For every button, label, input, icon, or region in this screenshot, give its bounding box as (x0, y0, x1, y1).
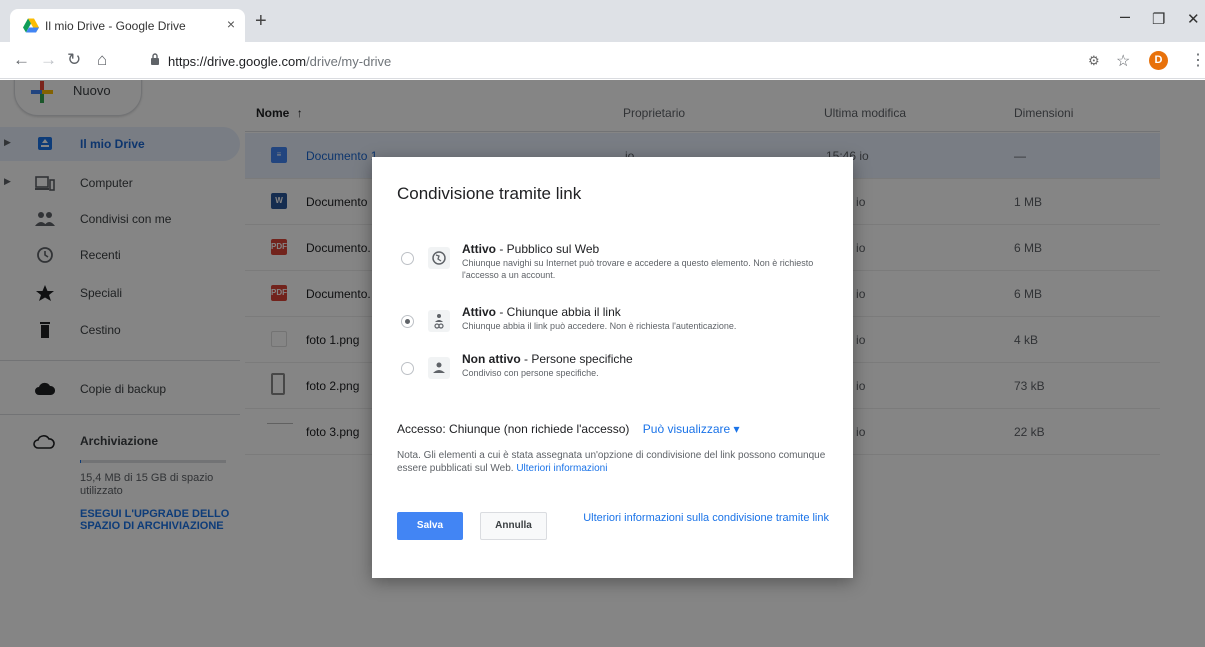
new-tab-button[interactable]: + (255, 11, 267, 31)
option-status: Attivo (462, 305, 496, 319)
option-label: - Chiunque abbia il link (496, 305, 621, 319)
permission-dropdown[interactable]: Può visualizzare ▾ (643, 422, 740, 436)
forward-icon[interactable]: → (40, 51, 57, 69)
option-title: Non attivo - Persone specifiche (462, 352, 633, 366)
access-value: Chiunque (non richiede l'accesso) (449, 422, 630, 436)
google-drive-icon (23, 18, 39, 33)
radio-specific-people[interactable] (401, 362, 414, 375)
more-info-link[interactable]: Ulteriori informazioni sulla condivision… (559, 511, 829, 525)
bookmark-star-icon[interactable]: ☆ (1116, 51, 1130, 71)
option-title: Attivo - Chiunque abbia il link (462, 305, 621, 319)
lock-icon (151, 53, 159, 65)
radio-public-web[interactable] (401, 252, 414, 265)
link-person-icon (428, 310, 450, 332)
radio-anyone-with-link[interactable] (401, 315, 414, 328)
learn-more-link[interactable]: Ulteriori informazioni (516, 463, 607, 474)
url-host: https://drive.google.com (168, 54, 307, 69)
browser-tab[interactable]: Il mio Drive - Google Drive × (10, 9, 245, 42)
profile-avatar[interactable]: D (1149, 51, 1168, 70)
link-sharing-dialog: Condivisione tramite link Attivo - Pubbl… (372, 157, 853, 578)
dialog-title: Condivisione tramite link (397, 184, 582, 203)
home-icon[interactable]: ⌂ (97, 51, 107, 69)
address-bar: ← → ↻ ⌂ https://drive.google.com/drive/m… (0, 42, 1205, 79)
browser-tab-bar: Il mio Drive - Google Drive × + – ❐ ✕ (0, 0, 1205, 42)
access-label: Accesso: (397, 422, 446, 436)
sharing-note: Nota. Gli elementi a cui è stata assegna… (397, 449, 837, 475)
option-status: Attivo (462, 242, 496, 256)
url-field[interactable]: https://drive.google.com/drive/my-drive (143, 47, 1083, 75)
option-description: Chiunque navighi su Internet può trovare… (462, 258, 814, 280)
option-description: Condiviso con persone specifiche. (462, 368, 599, 378)
option-title: Attivo - Pubblico sul Web (462, 242, 599, 256)
option-status: Non attivo (462, 352, 521, 366)
back-icon[interactable]: ← (13, 51, 30, 69)
save-button[interactable]: Salva (397, 512, 463, 540)
access-row: Accesso: Chiunque (non richiede l'access… (397, 422, 740, 436)
option-label: - Pubblico sul Web (496, 242, 600, 256)
option-label: - Persone specifiche (520, 352, 633, 366)
maximize-button[interactable]: ❐ (1152, 12, 1165, 28)
tab-close-icon[interactable]: × (227, 16, 235, 32)
option-anyone-with-link[interactable]: Attivo - Chiunque abbia il link Chiunque… (397, 305, 837, 349)
minimize-button[interactable]: – (1120, 7, 1130, 25)
reload-icon[interactable]: ↻ (67, 51, 81, 69)
cancel-button[interactable]: Annulla (480, 512, 547, 540)
note-text: Nota. Gli elementi a cui è stata assegna… (397, 450, 826, 474)
globe-icon (428, 247, 450, 269)
person-icon (428, 357, 450, 379)
option-description: Chiunque abbia il link può accedere. Non… (462, 321, 737, 331)
browser-menu-icon[interactable]: ⋮ (1190, 50, 1205, 70)
option-public-web[interactable]: Attivo - Pubblico sul Web Chiunque navig… (397, 242, 837, 286)
tab-title: Il mio Drive - Google Drive (45, 19, 186, 33)
extension-icon[interactable]: ⚙ (1088, 53, 1100, 69)
url-text: https://drive.google.com/drive/my-drive (168, 54, 391, 69)
option-specific-people[interactable]: Non attivo - Persone specifiche Condivis… (397, 352, 837, 396)
close-window-button[interactable]: ✕ (1187, 12, 1200, 28)
url-path: /drive/my-drive (306, 54, 392, 69)
